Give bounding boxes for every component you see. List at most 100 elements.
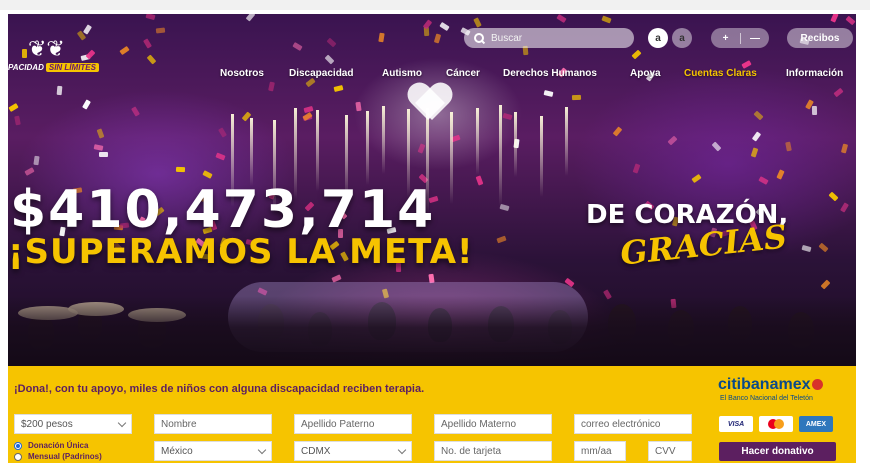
bank-name: citibanamex xyxy=(718,376,811,393)
confetti-piece xyxy=(785,141,792,152)
confetti-piece xyxy=(753,110,764,121)
nav-item-apoya[interactable]: Apoya xyxy=(630,68,661,79)
light-spark xyxy=(540,116,543,197)
receipts-button[interactable]: Recibos xyxy=(787,28,853,48)
confetti-piece xyxy=(292,42,303,51)
last-name-paternal-field[interactable] xyxy=(294,414,412,434)
amount-select[interactable]: $200 pesos xyxy=(14,414,132,434)
light-spark xyxy=(250,118,253,186)
email-field[interactable] xyxy=(574,414,692,434)
confetti-piece xyxy=(751,131,762,142)
light-spark xyxy=(382,106,385,174)
radio-once[interactable]: Donación Única xyxy=(14,441,88,450)
zoom-in-button[interactable]: + xyxy=(711,33,740,44)
nav-item-informacion[interactable]: Información xyxy=(786,68,843,79)
confetti-piece xyxy=(378,32,385,43)
font-size-large-button[interactable]: a xyxy=(672,28,692,48)
confetti-piece xyxy=(612,126,623,137)
cvv-field[interactable] xyxy=(648,441,692,461)
nav-item-cuentas-claras[interactable]: Cuentas Claras xyxy=(684,68,757,79)
confetti-piece xyxy=(840,202,849,213)
nav-item-derechos-humanos[interactable]: Derechos Humanos xyxy=(503,68,597,79)
confetti-piece xyxy=(14,115,21,126)
confetti-piece xyxy=(98,151,109,158)
confetti-piece xyxy=(439,21,450,32)
name-field[interactable] xyxy=(154,414,272,434)
palm-logo-icon: ❦❦ xyxy=(28,36,65,61)
confetti-piece xyxy=(820,279,831,290)
country-select-value: México xyxy=(161,445,193,457)
confetti-piece xyxy=(601,15,612,24)
confetti-piece xyxy=(631,49,642,60)
hero-banner: ❦❦ PACIDADSIN LÍMITES a a + — Recibos No… xyxy=(8,14,856,366)
confetti-piece xyxy=(333,84,344,93)
confetti-piece xyxy=(433,33,442,44)
search-box[interactable] xyxy=(464,28,634,48)
confetti-piece xyxy=(840,143,849,154)
heart-balloon-icon xyxy=(408,84,452,124)
confetti-piece xyxy=(776,169,785,180)
nav-item-discapacidad[interactable]: Discapacidad xyxy=(289,68,353,79)
search-icon xyxy=(474,32,485,44)
search-input[interactable] xyxy=(491,32,621,44)
confetti-piece xyxy=(218,127,227,138)
confetti-piece xyxy=(691,173,702,184)
confetti-piece xyxy=(268,81,275,92)
donate-button[interactable]: Hacer donativo xyxy=(719,442,836,461)
light-spark xyxy=(476,108,479,175)
zoom-out-button[interactable]: — xyxy=(740,32,769,44)
chevron-down-icon xyxy=(257,445,267,454)
confetti-piece xyxy=(24,167,35,176)
light-spark xyxy=(565,107,568,176)
confetti-piece xyxy=(632,163,641,174)
mastercard-icon xyxy=(759,416,793,432)
confetti-piece xyxy=(56,85,63,96)
light-spark xyxy=(499,105,502,206)
confetti-piece xyxy=(811,105,818,116)
bank-logo-icon xyxy=(812,379,824,391)
state-select[interactable]: CDMX xyxy=(294,441,412,461)
expiry-field[interactable] xyxy=(574,441,626,461)
confetti-piece xyxy=(473,17,482,28)
confetti-piece xyxy=(82,24,93,35)
confetti-piece xyxy=(667,135,678,146)
nav-item-cancer[interactable]: Cáncer xyxy=(446,68,480,79)
amex-card-icon: AMEX xyxy=(799,416,833,432)
crowd-silhouette xyxy=(8,296,856,366)
chevron-down-icon xyxy=(397,445,407,454)
bank-subtitle: El Banco Nacional del Teletón xyxy=(720,395,813,402)
confetti-piece xyxy=(93,144,104,151)
nav-item-nosotros[interactable]: Nosotros xyxy=(220,68,264,79)
donation-panel: ¡Dona!, con tu apoyo, miles de niños con… xyxy=(8,366,856,463)
last-name-maternal-field[interactable] xyxy=(434,414,552,434)
confetti-piece xyxy=(571,94,582,101)
confetti-piece xyxy=(502,112,513,121)
donation-title: ¡Dona!, con tu apoyo, miles de niños con… xyxy=(14,383,425,395)
radio-monthly[interactable]: Mensual (Padrinos) xyxy=(14,452,102,461)
nav-item-autismo[interactable]: Autismo xyxy=(382,68,422,79)
confetti-piece xyxy=(417,143,426,154)
radio-once-label: Donación Única xyxy=(28,441,89,450)
confetti-piece xyxy=(496,235,507,244)
radio-monthly-input[interactable] xyxy=(14,452,22,461)
visa-card-icon: VISA xyxy=(719,416,753,432)
bank-logo: citibanamex xyxy=(718,376,824,394)
country-select[interactable]: México xyxy=(154,441,272,461)
confetti-piece xyxy=(326,37,337,48)
hero-headline: ¡SUPERAMOS LA META! xyxy=(8,232,474,272)
card-number-field[interactable] xyxy=(434,441,552,461)
amount-select-value: $200 pesos xyxy=(21,418,73,430)
confetti-piece xyxy=(96,128,105,139)
confetti-piece xyxy=(828,191,839,202)
confetti-piece xyxy=(202,170,213,179)
confetti-piece xyxy=(556,14,567,24)
confetti-piece xyxy=(82,99,91,110)
confetti-piece xyxy=(830,14,839,23)
font-size-small-button[interactable]: a xyxy=(648,28,668,48)
hero-amount: $410,473,714 xyxy=(10,180,436,240)
confetti-piece xyxy=(145,14,156,21)
confetti-piece xyxy=(422,19,433,30)
confetti-piece xyxy=(758,176,769,185)
radio-once-input[interactable] xyxy=(14,441,22,450)
confetti-piece xyxy=(355,101,362,112)
